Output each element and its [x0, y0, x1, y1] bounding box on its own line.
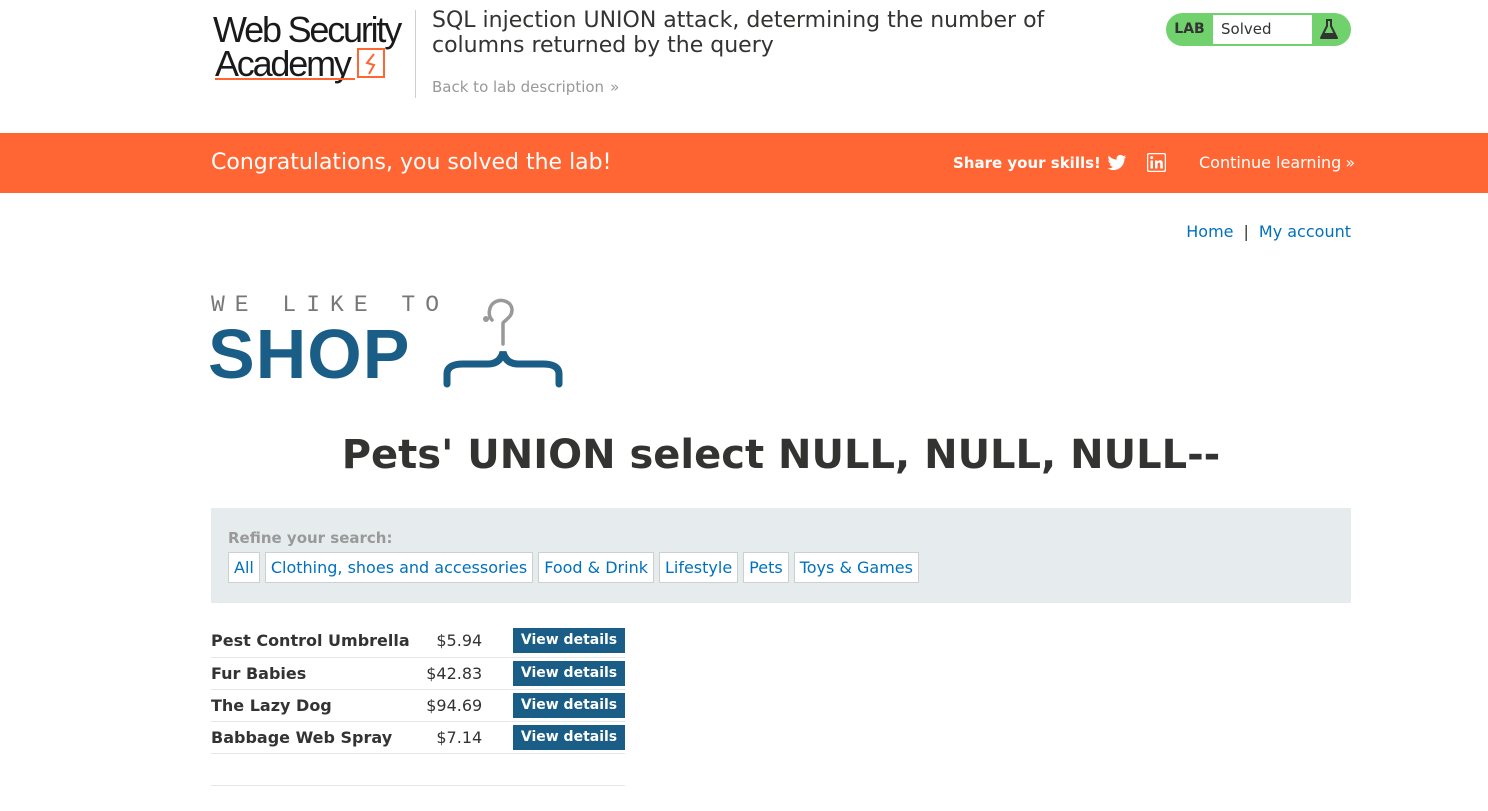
category-filters: All Clothing, shoes and accessories Food… — [228, 552, 919, 583]
filter-toys-games[interactable]: Toys & Games — [793, 552, 919, 583]
nav-separator: | — [1243, 222, 1249, 241]
hanger-icon — [443, 298, 563, 388]
product-name: Pest Control Umbrella — [211, 625, 427, 658]
back-to-lab-description-link[interactable]: Back to lab description » — [432, 78, 619, 96]
filter-lifestyle[interactable]: Lifestyle — [658, 552, 739, 583]
home-link[interactable]: Home — [1186, 222, 1233, 241]
web-security-academy-logo[interactable]: Web Security Academy — [213, 10, 413, 86]
chevron-right-icon: » — [610, 78, 619, 96]
share-skills-label: Share your skills! — [953, 154, 1101, 172]
header-divider — [415, 10, 416, 98]
table-row: Babbage Web Spray $7.14 View details — [211, 721, 625, 754]
twitter-icon[interactable] — [1107, 154, 1127, 172]
filter-food-drink[interactable]: Food & Drink — [538, 552, 654, 583]
refine-search-label: Refine your search: — [228, 529, 393, 547]
product-name: The Lazy Dog — [211, 689, 427, 722]
filter-pets[interactable]: Pets — [743, 552, 789, 583]
shop-logo: WE LIKE TO SHOP — [208, 290, 571, 393]
product-price: $94.69 — [426, 689, 499, 722]
chevron-right-icon: » — [1345, 153, 1355, 172]
logo-line-2: Academy — [215, 43, 352, 84]
lab-tag: LAB — [1174, 21, 1205, 37]
view-details-button[interactable]: View details — [513, 724, 625, 750]
table-row: Pest Control Umbrella $5.94 View details — [211, 625, 625, 658]
product-price: $42.83 — [426, 657, 499, 690]
lab-state: Solved — [1213, 15, 1312, 44]
continue-learning-label: Continue learning — [1199, 153, 1342, 172]
page-title: Pets' UNION select NULL, NULL, NULL-- — [341, 432, 1221, 478]
product-name: Fur Babies — [211, 657, 427, 690]
logo-bolt-icon — [357, 48, 385, 78]
view-details-button[interactable]: View details — [513, 628, 625, 654]
back-link-label: Back to lab description — [432, 78, 605, 96]
continue-learning-link[interactable]: Continue learning» — [1199, 133, 1355, 193]
flask-icon — [1320, 19, 1338, 39]
lab-title: SQL injection UNION attack, determining … — [432, 8, 1045, 58]
congratulations-message: Congratulations, you solved the lab! — [211, 150, 612, 175]
table-row: The Lazy Dog $94.69 View details — [211, 689, 625, 722]
my-account-link[interactable]: My account — [1259, 222, 1351, 241]
view-details-button[interactable]: View details — [513, 692, 625, 718]
filter-all[interactable]: All — [228, 552, 260, 583]
academy-header: Web Security Academy SQL injection UNION… — [0, 0, 1488, 133]
solved-banner: Congratulations, you solved the lab! Sha… — [0, 133, 1488, 193]
product-table: Pest Control Umbrella $5.94 View details… — [211, 625, 625, 754]
table-bottom-divider — [211, 785, 625, 786]
view-details-button[interactable]: View details — [513, 660, 625, 686]
product-price: $7.14 — [426, 721, 499, 754]
shop-logo-word: SHOP — [208, 315, 411, 393]
filter-clothing[interactable]: Clothing, shoes and accessories — [264, 552, 534, 583]
top-nav: Home | My account — [1150, 222, 1351, 241]
logo-underline — [215, 78, 355, 80]
table-row: Fur Babies $42.83 View details — [211, 657, 625, 690]
product-price: $5.94 — [426, 625, 499, 658]
lab-status-widget: LAB Solved — [1166, 13, 1351, 46]
linkedin-icon[interactable] — [1147, 153, 1166, 172]
product-name: Babbage Web Spray — [211, 721, 427, 754]
refine-search-panel: Refine your search: All Clothing, shoes … — [211, 508, 1351, 603]
